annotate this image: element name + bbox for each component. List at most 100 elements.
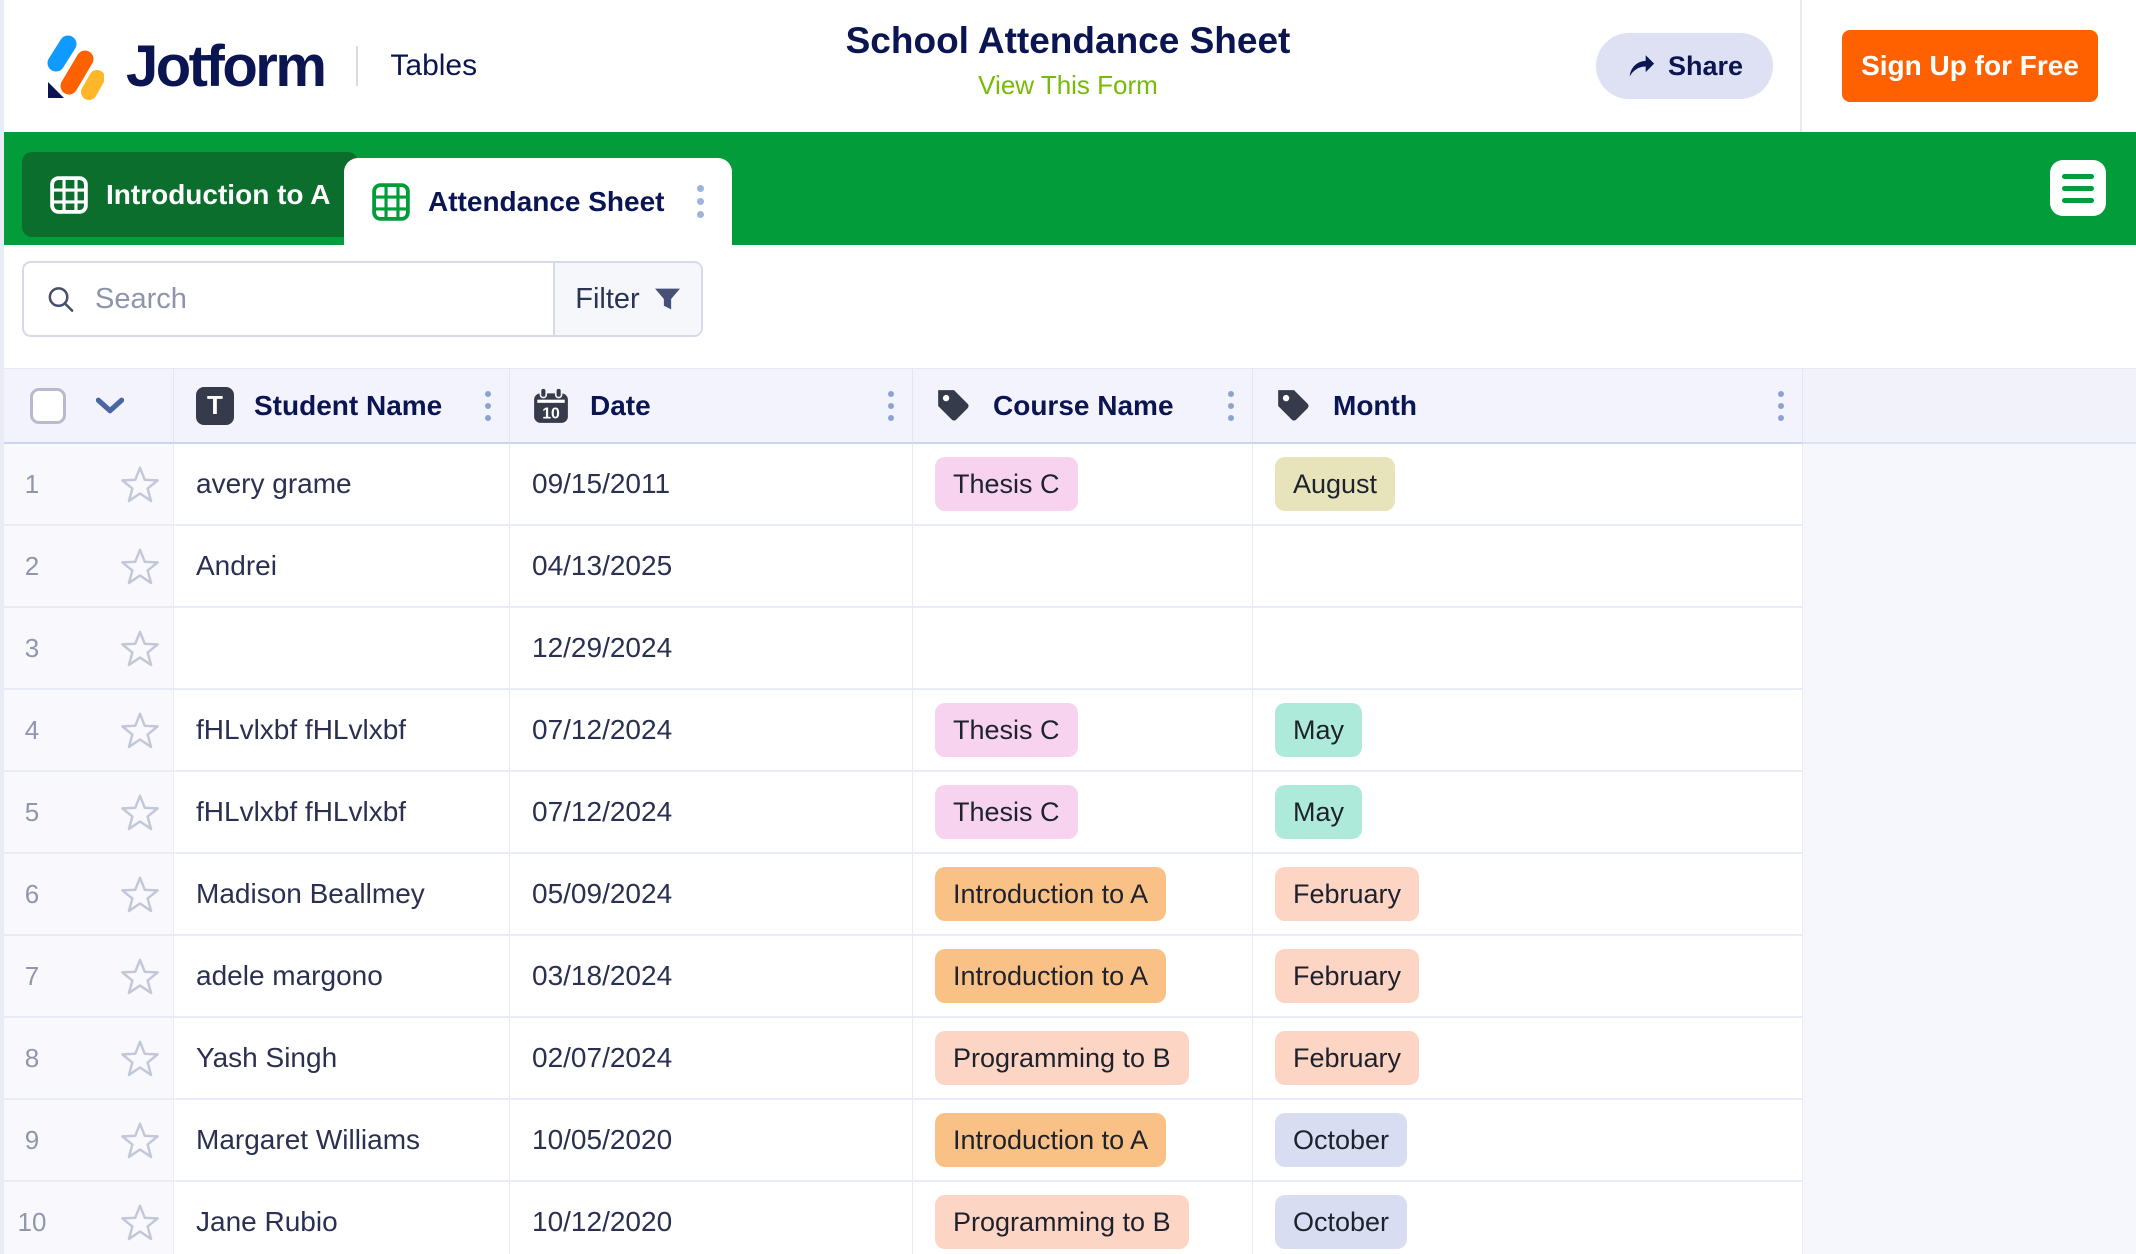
- cell-student-name[interactable]: avery grame: [174, 444, 510, 526]
- row-select-cell: 10: [0, 1182, 174, 1254]
- tab-menu-kebab-icon[interactable]: [693, 181, 708, 222]
- cell-course-name[interactable]: Introduction to A: [913, 936, 1253, 1018]
- page-title: School Attendance Sheet: [846, 20, 1291, 62]
- star-icon[interactable]: [120, 874, 160, 914]
- cell-course-name[interactable]: Programming to B: [913, 1018, 1253, 1100]
- star-icon[interactable]: [120, 546, 160, 586]
- column-menu-kebab-icon[interactable]: [884, 387, 898, 425]
- cell-course-name[interactable]: Programming to B: [913, 1182, 1253, 1254]
- share-button[interactable]: Share: [1596, 33, 1773, 99]
- star-icon[interactable]: [120, 628, 160, 668]
- cell-student-name[interactable]: fHLvlxbf fHLvlxbf: [174, 772, 510, 854]
- cell-date[interactable]: 02/07/2024: [510, 1018, 913, 1100]
- column-menu-kebab-icon[interactable]: [1774, 387, 1788, 425]
- cell-student-name-value: Madison Beallmey: [196, 878, 425, 910]
- cell-date[interactable]: 05/09/2024: [510, 854, 913, 936]
- cell-student-name[interactable]: adele margono: [174, 936, 510, 1018]
- search-icon: [46, 283, 75, 315]
- cell-course-name[interactable]: Thesis C: [913, 444, 1253, 526]
- tab-introduction-to-a[interactable]: Introduction to A: [22, 152, 358, 237]
- cell-month[interactable]: October: [1253, 1100, 1803, 1182]
- row-select-cell: 8: [0, 1018, 174, 1100]
- row-filler: [1803, 1018, 2136, 1100]
- column-header-date[interactable]: 10 Date: [510, 369, 913, 444]
- share-label: Share: [1668, 51, 1743, 82]
- star-icon[interactable]: [120, 1202, 160, 1242]
- cell-student-name[interactable]: Margaret Williams: [174, 1100, 510, 1182]
- cell-date-value: 09/15/2011: [532, 468, 670, 500]
- header-filler: [1803, 369, 2136, 444]
- cell-student-name[interactable]: [174, 608, 510, 690]
- cell-month[interactable]: [1253, 608, 1803, 690]
- table-row: 5fHLvlxbf fHLvlxbf07/12/2024Thesis CMay: [0, 772, 2136, 854]
- tab-label: Attendance Sheet: [428, 186, 665, 218]
- star-icon[interactable]: [120, 464, 160, 504]
- table-grid-icon: [372, 183, 410, 221]
- sheet-menu-button[interactable]: [2050, 160, 2106, 216]
- cell-month[interactable]: May: [1253, 690, 1803, 772]
- cell-date[interactable]: 12/29/2024: [510, 608, 913, 690]
- cell-course-name[interactable]: Introduction to A: [913, 1100, 1253, 1182]
- cell-course-name[interactable]: Thesis C: [913, 772, 1253, 854]
- cell-date[interactable]: 07/12/2024: [510, 772, 913, 854]
- cell-student-name[interactable]: Jane Rubio: [174, 1182, 510, 1254]
- cell-month[interactable]: [1253, 526, 1803, 608]
- table-toolbar: Filter: [0, 245, 2136, 368]
- column-menu-kebab-icon[interactable]: [481, 387, 495, 425]
- column-header-student-name[interactable]: T Student Name: [174, 369, 510, 444]
- cell-month[interactable]: May: [1253, 772, 1803, 854]
- row-select-cell: 4: [0, 690, 174, 772]
- cell-date-value: 02/07/2024: [532, 1042, 672, 1074]
- cell-student-name[interactable]: fHLvlxbf fHLvlxbf: [174, 690, 510, 772]
- cell-month[interactable]: February: [1253, 936, 1803, 1018]
- cell-student-name[interactable]: Andrei: [174, 526, 510, 608]
- svg-text:10: 10: [542, 405, 560, 422]
- column-header-course-name[interactable]: Course Name: [913, 369, 1253, 444]
- cell-course-name[interactable]: [913, 608, 1253, 690]
- jotform-brand[interactable]: Jotform: [40, 30, 324, 102]
- star-icon[interactable]: [120, 792, 160, 832]
- table-row: 4fHLvlxbf fHLvlxbf 07/12/2024 Thesis CMay: [0, 690, 2136, 772]
- cell-date[interactable]: 03/18/2024: [510, 936, 913, 1018]
- signup-button[interactable]: Sign Up for Free: [1842, 30, 2098, 102]
- cell-date[interactable]: 07/12/2024: [510, 690, 913, 772]
- select-all-checkbox[interactable]: [30, 388, 66, 424]
- cell-course-name[interactable]: Thesis C: [913, 690, 1253, 772]
- filter-button[interactable]: Filter: [553, 263, 701, 335]
- star-icon[interactable]: [120, 1120, 160, 1160]
- cell-month[interactable]: February: [1253, 854, 1803, 936]
- cell-student-name-value: avery grame: [196, 468, 352, 500]
- star-icon[interactable]: [120, 956, 160, 996]
- select-all-cell: [0, 369, 174, 444]
- cell-course-name[interactable]: Introduction to A: [913, 854, 1253, 936]
- search-box: [24, 263, 553, 335]
- table-row: 312/29/2024: [0, 608, 2136, 690]
- cell-student-name[interactable]: Madison Beallmey: [174, 854, 510, 936]
- cell-date[interactable]: 10/12/2020: [510, 1182, 913, 1254]
- cell-date-value: 07/12/2024: [532, 714, 672, 746]
- column-header-month[interactable]: Month: [1253, 369, 1803, 444]
- filter-funnel-icon: [654, 287, 681, 311]
- cell-month[interactable]: February: [1253, 1018, 1803, 1100]
- cell-student-name-value: Jane Rubio: [196, 1206, 338, 1238]
- cell-month[interactable]: October: [1253, 1182, 1803, 1254]
- cell-date[interactable]: 04/13/2025: [510, 526, 913, 608]
- star-icon[interactable]: [120, 710, 160, 750]
- tag-icon: [1275, 387, 1313, 425]
- cell-month[interactable]: August: [1253, 444, 1803, 526]
- cell-date[interactable]: 09/15/2011: [510, 444, 913, 526]
- search-input[interactable]: [93, 282, 553, 317]
- star-icon[interactable]: [120, 1038, 160, 1078]
- chevron-down-icon[interactable]: [96, 397, 124, 415]
- text-column-icon: T: [196, 387, 234, 425]
- tab-attendance-sheet[interactable]: Attendance Sheet: [344, 158, 732, 245]
- cell-date[interactable]: 10/05/2020: [510, 1100, 913, 1182]
- table-header-row: T Student Name 10 Date: [0, 368, 2136, 444]
- cell-course-name[interactable]: [913, 526, 1253, 608]
- badge-month: October: [1275, 1195, 1407, 1249]
- row-number: 9: [0, 1125, 64, 1156]
- column-menu-kebab-icon[interactable]: [1224, 387, 1238, 425]
- view-form-link[interactable]: View This Form: [978, 70, 1158, 101]
- row-select-cell: 9: [0, 1100, 174, 1182]
- cell-student-name[interactable]: Yash Singh: [174, 1018, 510, 1100]
